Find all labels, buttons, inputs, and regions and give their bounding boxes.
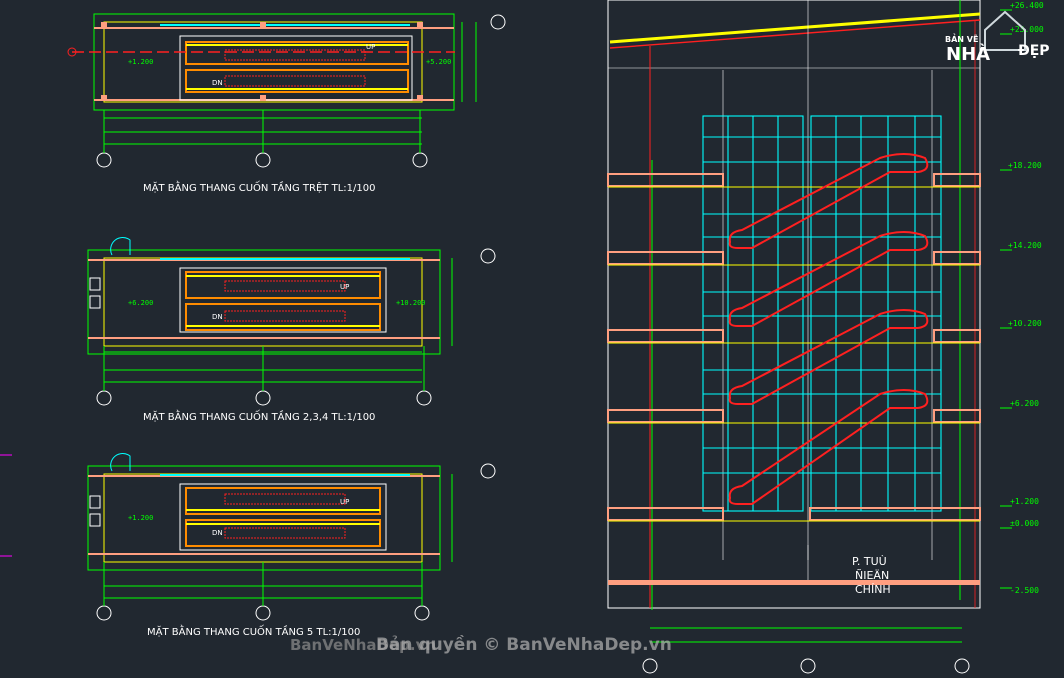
logo-text-end: ĐẸP — [1018, 43, 1050, 59]
section-level: +14.200 — [1008, 241, 1042, 250]
room-label: P. TUÙ — [852, 555, 887, 568]
up-label: UP — [340, 283, 349, 291]
watermark-logo: BẢN VẼ NHÀ ĐẸP — [945, 10, 1050, 65]
level-tag: +1.200 — [128, 514, 153, 522]
escalator-runs — [728, 153, 929, 505]
level-tag: +5.200 — [426, 58, 451, 66]
section-level: +18.200 — [1008, 161, 1042, 170]
section-level: +10.200 — [1008, 319, 1042, 328]
escalator-section: +26.400 +23.000 +18.200 +14.200 +10.200 … — [607, 0, 1044, 674]
footer-watermark: Bản quyền © BanVeNhaDep.vn — [376, 634, 672, 655]
cad-drawing: UP DN +1.200 +5.200 MẶT BẰNG THANG CUỐN … — [0, 0, 1050, 674]
section-level: -2.500 — [1010, 586, 1039, 595]
level-tag: +6.200 — [128, 299, 153, 307]
section-level: +23.000 — [1010, 25, 1044, 34]
section-level: +1.200 — [1010, 497, 1039, 506]
up-label: UP — [366, 43, 375, 51]
curtain-wall-grid — [702, 115, 942, 512]
room-label: CHÍNH — [855, 583, 891, 596]
section-level: +6.200 — [1010, 399, 1039, 408]
plan-floor-2-3-4: UP DN +6.200 +10.200 MẶT BẰNG THANG CUỐN… — [87, 237, 496, 423]
up-label: UP — [340, 498, 349, 506]
logo-text-top: BẢN VẼ — [945, 33, 978, 44]
logo-text-mid: NHÀ — [946, 43, 990, 65]
plan-title: MẶT BẰNG THANG CUỐN TẦNG 2,3,4 TL:1/100 — [143, 409, 375, 423]
plan-title: MẶT BẰNG THANG CUỐN TẦNG TRỆT TL:1/100 — [143, 180, 375, 194]
dn-label: DN — [212, 529, 223, 537]
section-level: +26.400 — [1010, 1, 1044, 10]
dn-label: DN — [212, 313, 223, 321]
level-tag: +1.200 — [128, 58, 153, 66]
plan-floor-5: UP DN +1.200 MẶT BẰNG THANG CUỐN TẦNG 5 … — [87, 453, 496, 638]
level-tag: +10.200 — [396, 299, 426, 307]
section-level: ±0.000 — [1010, 519, 1039, 528]
dn-label: DN — [212, 79, 223, 87]
plan-ground-floor: UP DN +1.200 +5.200 MẶT BẰNG THANG CUỐN … — [67, 13, 506, 194]
room-label: ÑIEÄN — [855, 569, 889, 582]
